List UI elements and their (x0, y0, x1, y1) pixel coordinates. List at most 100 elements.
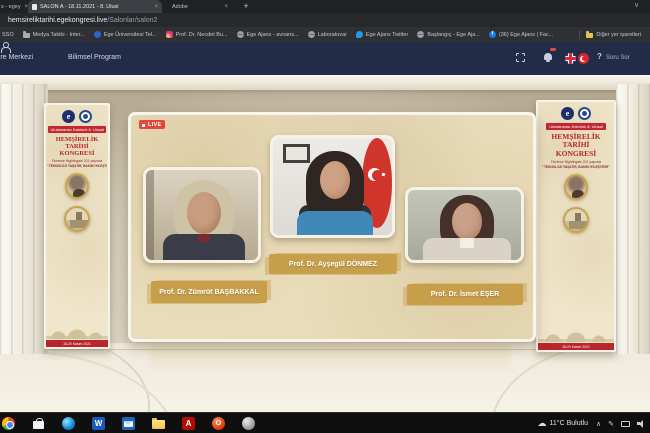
skyline-silhouette (538, 327, 614, 342)
banner-title-line1: HEMŞİRELİK TARİHİ (55, 136, 99, 151)
close-icon[interactable]: × (154, 4, 158, 10)
speaker-avatar (198, 234, 210, 242)
video-speaker-eser[interactable] (405, 187, 524, 263)
microsoft-store-icon[interactable] (32, 417, 45, 430)
banner-title: HEMŞİRELİK TARİHİ KONGRESİ (46, 136, 108, 157)
ege-university-logo: e (62, 110, 75, 123)
windows-taskbar: W A O ☁ 11°C Bulutlu ∧ ✎ (0, 412, 650, 433)
close-icon[interactable]: × (224, 4, 228, 10)
stage-floor (0, 343, 650, 412)
tray-chevron-up-icon[interactable]: ∧ (596, 420, 601, 428)
banner-title-line2: KONGRESİ (59, 150, 95, 158)
speaker-nameplate: Prof. Dr. İsmet EŞER (407, 284, 523, 305)
tab-title: Adobe (172, 3, 188, 10)
video-background (146, 170, 154, 260)
skyline-silhouette (46, 324, 108, 339)
language-flag-tr[interactable] (578, 53, 589, 64)
bell-icon[interactable] (544, 53, 552, 62)
congress-logo (578, 107, 591, 120)
ask-question-label[interactable]: Soru Sor (606, 55, 630, 61)
bookmark-item[interactable]: Ege Ajans - avoans... (236, 31, 299, 38)
document-icon (32, 3, 37, 10)
nav-bilimsel-program[interactable]: Bilimsel Program (68, 54, 121, 61)
building-photo (64, 206, 90, 233)
other-bookmarks-button[interactable]: Diğer yer işaretleri (586, 30, 641, 38)
globe-icon (417, 31, 425, 38)
url-domain: hemsireliktarihi.egekongresi.live (8, 16, 108, 24)
bookmark-item[interactable]: Ege Üniversitesi Tel... (93, 31, 157, 38)
speaker-icon[interactable] (637, 419, 646, 428)
help-icon[interactable]: ? (597, 52, 602, 61)
video-speaker-basbakkal[interactable] (143, 167, 261, 263)
acrobat-icon[interactable]: A (182, 417, 195, 430)
speaker-nameplate: Prof. Dr. Ayşegül DÖNMEZ (269, 254, 397, 274)
bookmark-item[interactable]: Prof. Dr. Necdet Bu... (165, 31, 228, 38)
banner-footer: 18-20 Kasım 2021 (46, 340, 108, 347)
bookmark-label: Laboratuvar (317, 31, 347, 38)
twitter-icon (355, 31, 363, 38)
bookmark-item[interactable]: Laboratuvar (307, 31, 347, 38)
chrome-icon[interactable] (2, 417, 15, 430)
banner-subtitle: Florence Nightingale 201 yaşında (550, 159, 602, 164)
instagram-icon (165, 31, 173, 38)
speaker-avatar (320, 161, 350, 199)
fullscreen-icon[interactable] (515, 52, 526, 63)
bookmark-label: Medya Takibi - Inter... (32, 31, 85, 38)
bookmark-label: Ege Üniversitesi Tel... (103, 31, 157, 38)
system-tray: ☁ 11°C Bulutlu ∧ ✎ (538, 413, 650, 433)
congress-banner-left: e Uluslararası Katılımlı 8. Ulusal HEMŞİ… (44, 103, 110, 349)
edge-icon[interactable] (62, 417, 75, 430)
stage-pillar-right (616, 84, 650, 354)
banner-quote: “TEKNOLOJİ YAŞATIR, BAKIM İYİLEŞTİRİR” (47, 164, 107, 169)
bookmark-label: Başlangıç - Ege Aja... (427, 31, 480, 38)
tab-partial[interactable]: s - egey × (0, 0, 28, 13)
bookmark-item[interactable]: Ege Ajans Twitter (355, 31, 409, 38)
bookmark-item[interactable]: f (36) Ege Ajans | Fac... (488, 31, 554, 38)
weather-cloud-icon[interactable]: ☁ (538, 418, 547, 429)
video-speaker-donmez[interactable] (270, 135, 395, 238)
tab-active-salon-a[interactable]: SALON A - 18.11.2021 - 8. Ulusl × (28, 0, 162, 13)
speaker-nameplate: Prof. Dr. Zümrüt BAŞBAKKAL (151, 281, 267, 303)
stage-beam (0, 75, 650, 90)
picture-frame (283, 144, 310, 163)
tab-title: SALON A - 18.11.2021 - 8. Ulusl (40, 3, 119, 10)
screenshot-root: s - egey × SALON A - 18.11.2021 - 8. Ulu… (0, 0, 650, 433)
folder-icon (586, 30, 594, 38)
language-flag-uk[interactable] (565, 53, 576, 64)
stage-pillar-left (0, 84, 48, 354)
banner-title-line2: KONGRESİ (555, 148, 597, 158)
bookmark-item[interactable]: Başlangıç - Ege Aja... (417, 31, 480, 38)
building-photo (563, 206, 589, 233)
weather-label[interactable]: 11°C Bulutlu (550, 420, 588, 427)
tab-title: s - egey (1, 3, 21, 10)
bookmark-label: (36) Ege Ajans | Fac... (498, 31, 554, 38)
bookmark-item[interactable]: Medya Takibi - Inter... (22, 30, 85, 38)
bookmark-label: SSO (2, 31, 14, 38)
bookmarks-bar: SSO Medya Takibi - Inter... Ege Üniversi… (0, 27, 650, 42)
bookmark-label: Ege Ajans Twitter (365, 31, 409, 38)
banner-title: HEMŞİRELİK TARİHİ KONGRESİ (538, 132, 614, 158)
banner-ribbon: Uluslararası Katılımlı 8. Ulusal (546, 123, 606, 130)
bookmark-label: Diğer yer işaretleri (596, 31, 641, 38)
address-bar[interactable]: hemsireliktarihi.egekongresi.live/Salonl… (0, 13, 650, 27)
congress-logo (79, 110, 92, 123)
mail-icon[interactable] (122, 417, 135, 430)
chevron-down-icon[interactable]: ∨ (634, 0, 639, 13)
new-tab-button[interactable]: + (240, 0, 252, 13)
virtual-stage: e Uluslararası Katılımlı 8. Ulusal HEMŞİ… (0, 75, 650, 412)
florence-nightingale-portrait (65, 173, 89, 200)
bookmark-item[interactable]: SSO (2, 32, 14, 38)
florence-nightingale-portrait (564, 173, 588, 200)
word-icon[interactable]: W (92, 417, 105, 430)
office-icon[interactable]: O (212, 417, 225, 430)
stage-screen-panel: LIVE Prof. Dr. Zümrüt BAŞBAKKAL Prof. Dr… (128, 112, 536, 342)
file-explorer-icon[interactable] (152, 417, 165, 430)
display-icon[interactable] (621, 420, 630, 427)
speaker-avatar (187, 192, 221, 234)
nav-kongre-merkezi[interactable]: Kongre Merkezi (0, 54, 33, 61)
tab-second[interactable]: Adobe × (168, 0, 232, 13)
app-icon[interactable] (242, 417, 255, 430)
pen-icon[interactable]: ✎ (608, 420, 614, 428)
facebook-icon: f (488, 31, 496, 38)
site-header: Kongre Merkezi Bilimsel Program ? Soru S… (0, 42, 650, 75)
